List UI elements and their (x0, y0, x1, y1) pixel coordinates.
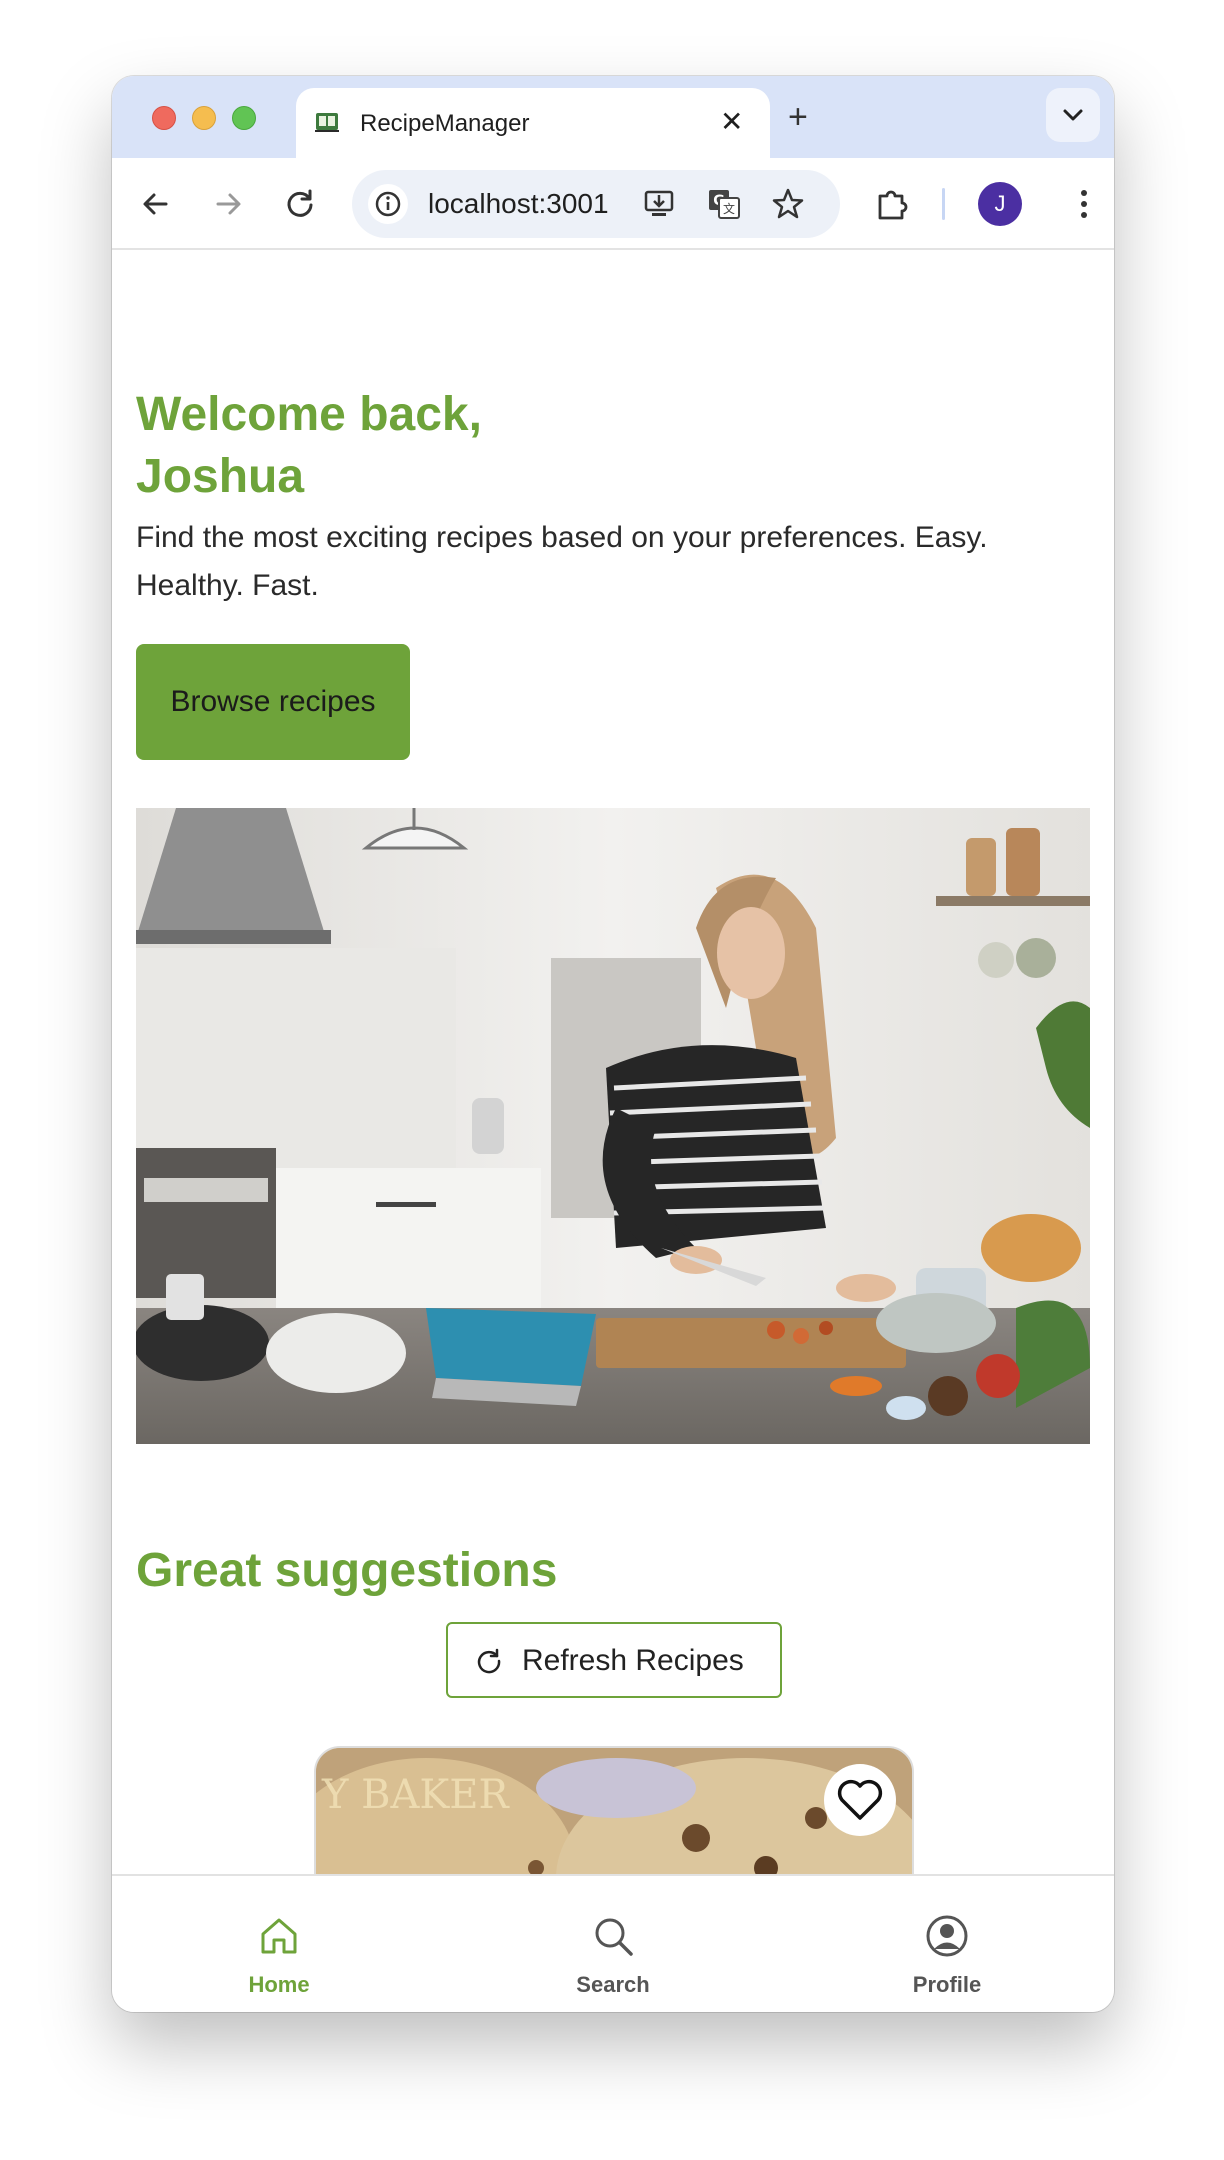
maximize-window-button[interactable] (232, 106, 256, 130)
url-text[interactable]: localhost:3001 (428, 188, 609, 220)
card-watermark: Y BAKER (321, 1772, 510, 1818)
refresh-recipes-button[interactable]: Refresh Recipes (446, 1622, 782, 1698)
profile-avatar[interactable]: J (978, 182, 1022, 226)
refresh-recipes-label: Refresh Recipes (522, 1644, 744, 1677)
svg-text:文: 文 (723, 201, 735, 216)
more-menu-icon[interactable] (1064, 184, 1104, 224)
bottom-navigation: Home Search Profile (112, 1874, 1114, 2012)
nav-label-home: Home (248, 1972, 310, 1997)
welcome-subtitle: Find the most exciting recipes based on … (136, 521, 988, 602)
close-window-button[interactable] (152, 106, 176, 130)
tab-title: RecipeManager (360, 110, 530, 137)
tab-strip: RecipeManager ✕ + (112, 76, 1114, 160)
nav-item-home[interactable]: Home (179, 1876, 379, 2012)
back-arrow-icon[interactable] (136, 184, 176, 224)
welcome-heading: Welcome back, Joshua (136, 388, 482, 503)
hero-cooking-photo (136, 808, 1090, 1444)
tab-close-icon[interactable]: ✕ (720, 108, 743, 136)
minimize-window-button[interactable] (192, 106, 216, 130)
new-tab-button[interactable]: + (788, 100, 808, 134)
site-info-icon[interactable] (368, 184, 408, 224)
profile-icon (926, 1915, 968, 1957)
heart-icon (837, 1779, 883, 1820)
browser-tab[interactable]: RecipeManager ✕ (296, 88, 770, 160)
reload-icon[interactable] (280, 184, 320, 224)
home-icon (261, 1918, 297, 1954)
translate-icon[interactable]: G 文 (706, 186, 742, 222)
favorite-button[interactable] (824, 1764, 896, 1836)
page-content: Welcome back, Joshua Find the most excit… (112, 252, 1114, 1874)
browser-window: RecipeManager ✕ + localhost:3001 文 J Wel… (112, 76, 1114, 2012)
install-app-icon[interactable] (642, 186, 678, 222)
refresh-icon (477, 1648, 501, 1674)
recipe-book-icon (315, 113, 339, 132)
nav-item-profile[interactable]: Profile (847, 1876, 1047, 2012)
nav-item-search[interactable]: Search (513, 1876, 713, 2012)
search-icon (595, 1918, 633, 1956)
suggestions-heading: Great suggestions (136, 1544, 558, 1597)
chevron-down-icon (1063, 109, 1083, 121)
browse-recipes-button[interactable]: Browse recipes (136, 644, 410, 760)
browser-toolbar: localhost:3001 G 文 J (112, 158, 1114, 250)
address-bar[interactable]: localhost:3001 G 文 (352, 170, 840, 238)
extensions-puzzle-icon[interactable] (870, 182, 914, 226)
tab-search-button[interactable] (1046, 88, 1100, 142)
nav-label-profile: Profile (912, 1972, 982, 1997)
toolbar-separator (942, 188, 945, 220)
forward-arrow-icon[interactable] (208, 184, 248, 224)
bookmark-star-icon[interactable] (770, 186, 806, 222)
recipe-card[interactable]: Y BAKER (314, 1746, 914, 1874)
nav-label-search: Search (576, 1972, 650, 1997)
